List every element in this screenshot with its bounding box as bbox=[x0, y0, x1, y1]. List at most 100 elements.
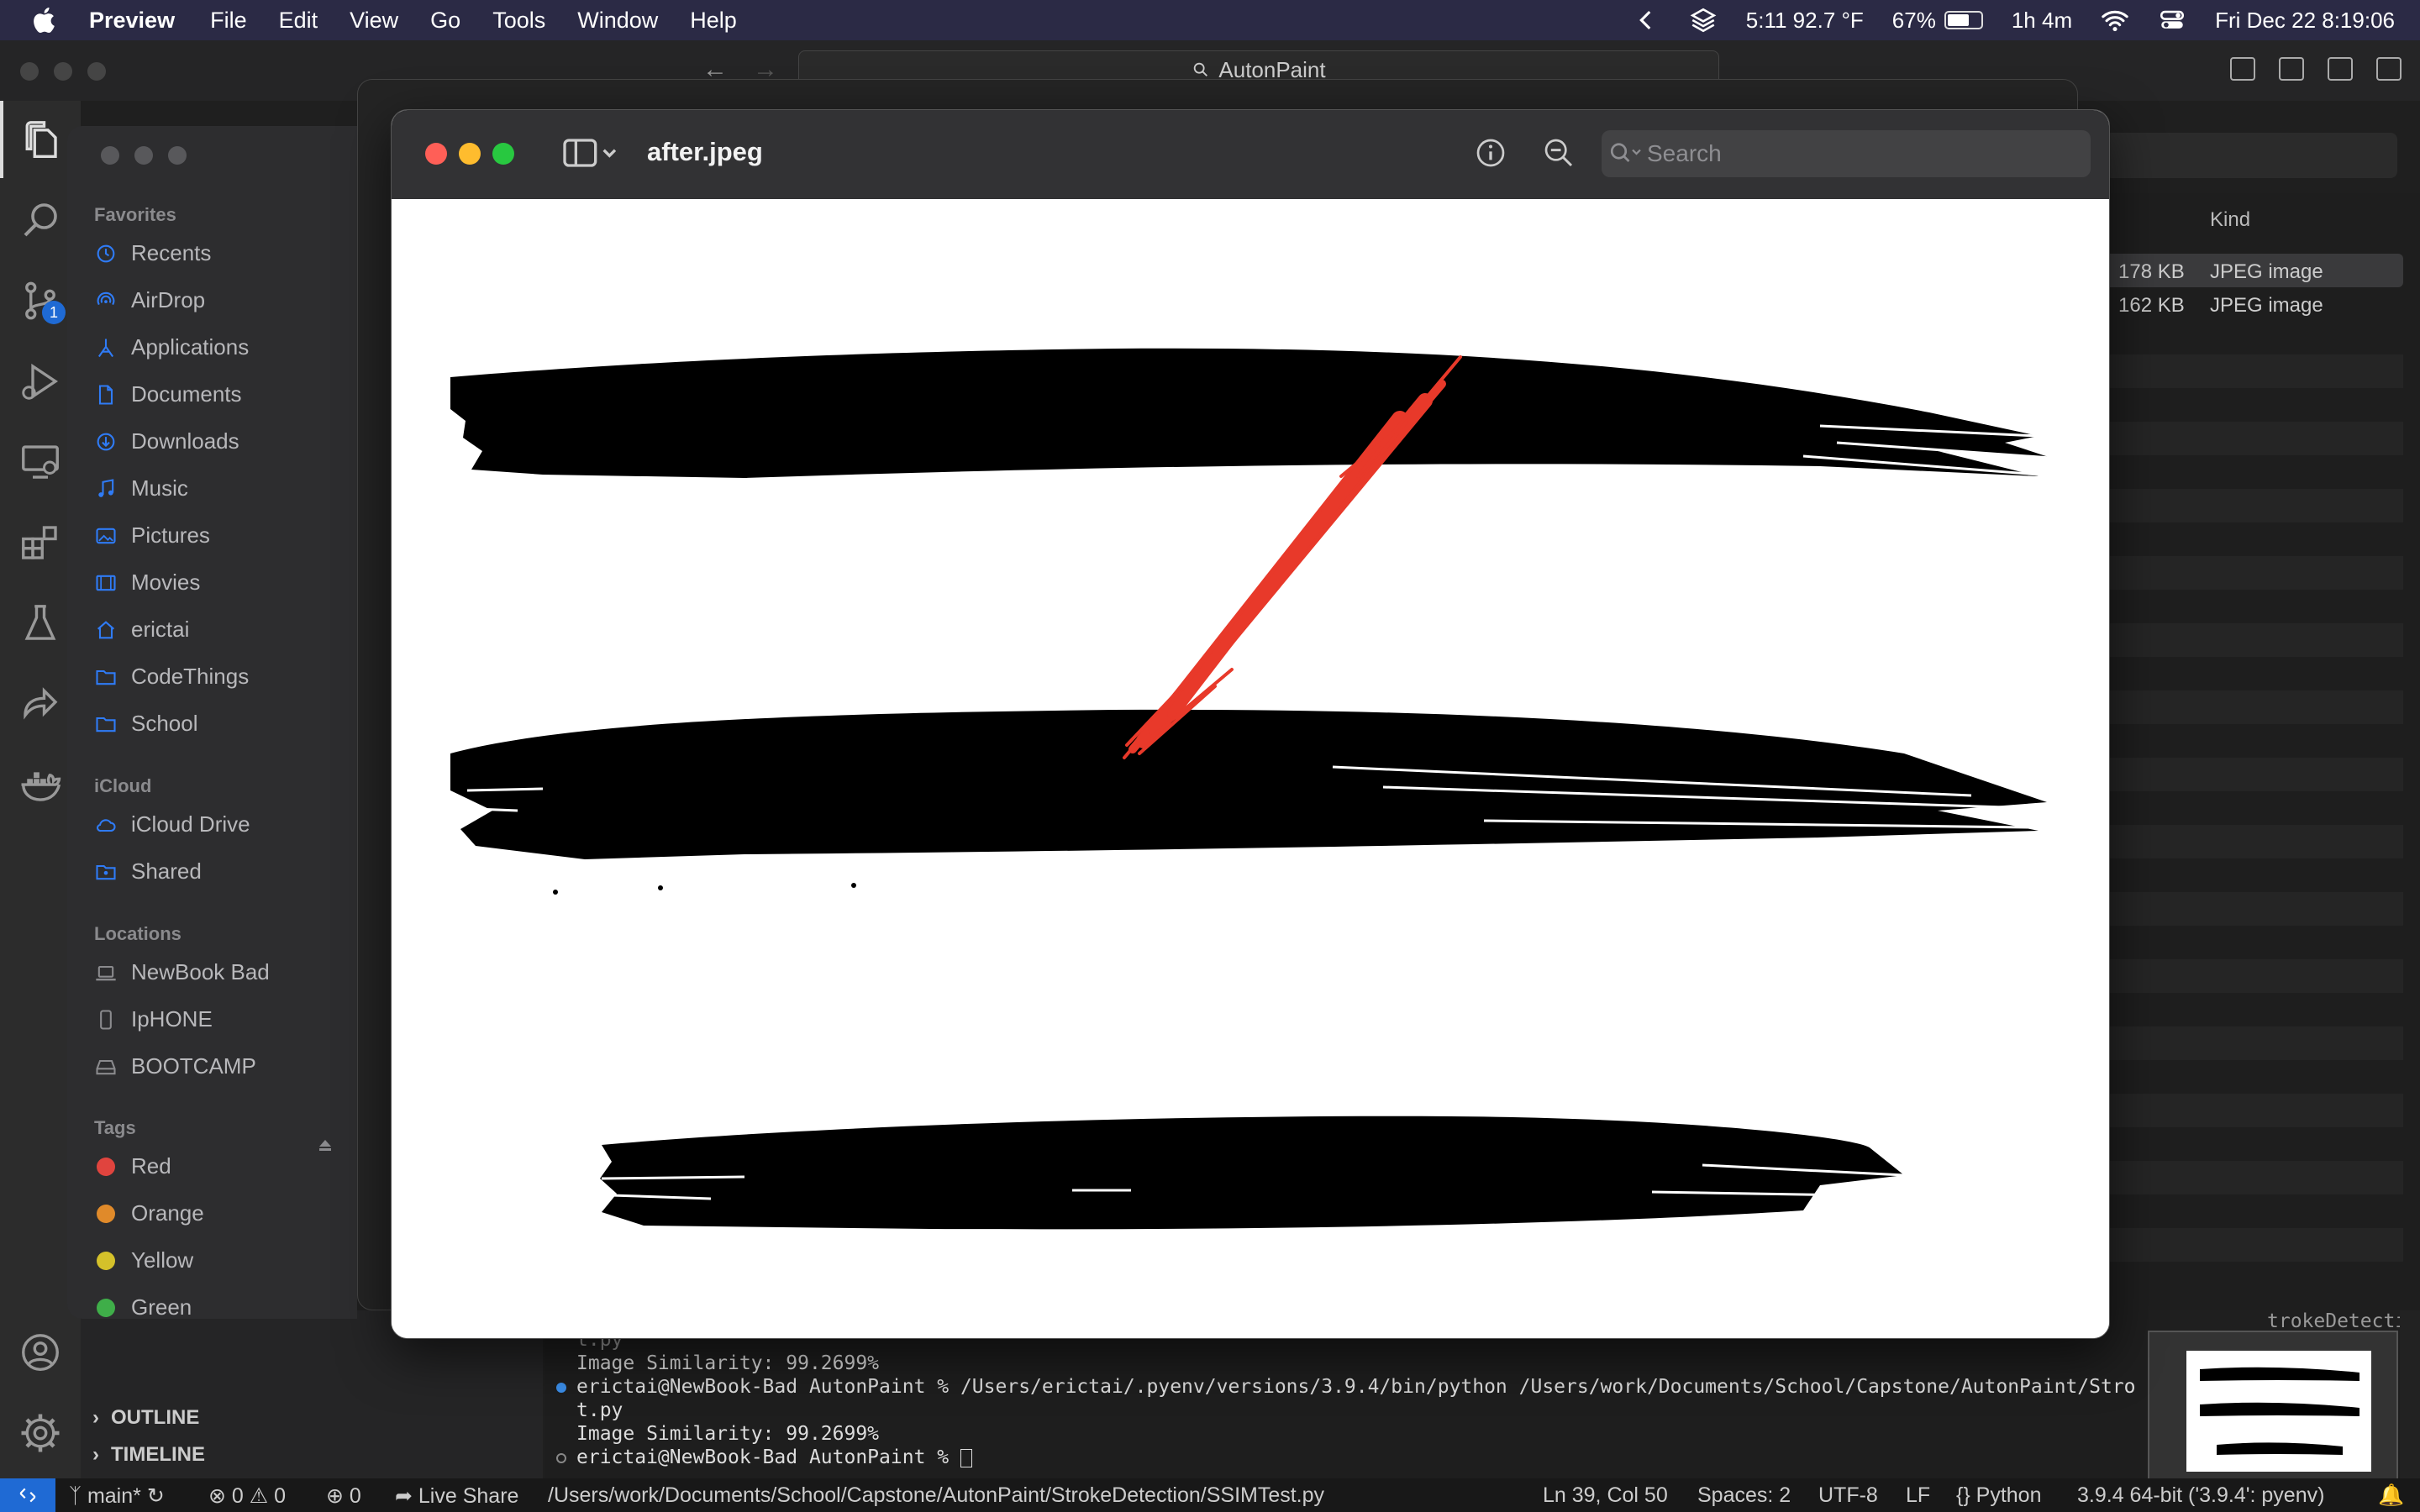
run-debug-icon[interactable] bbox=[15, 356, 66, 407]
finder-window-controls[interactable] bbox=[101, 146, 187, 165]
timeline-section[interactable]: › TIMELINE bbox=[92, 1443, 205, 1467]
live-share-status[interactable]: ➦ Live Share bbox=[395, 1483, 518, 1509]
cursor-position[interactable]: Ln 39, Col 50 bbox=[1543, 1483, 1668, 1508]
control-center-icon[interactable] bbox=[2158, 6, 2186, 34]
ports-indicator[interactable]: ⊕ 0 bbox=[326, 1483, 361, 1509]
image-canvas[interactable] bbox=[392, 199, 2109, 1338]
tag-yellow[interactable]: Yellow bbox=[94, 1247, 193, 1273]
sidebar-item-airdrop[interactable]: AirDrop bbox=[94, 287, 205, 313]
sidebar-item-shared[interactable]: Shared bbox=[94, 858, 202, 885]
accounts-icon[interactable] bbox=[15, 1327, 66, 1378]
weather-status[interactable]: 5:11 92.7 °F bbox=[1746, 8, 1864, 34]
layers-icon[interactable] bbox=[1689, 6, 1718, 34]
sidebar-item-label: Downloads bbox=[131, 428, 239, 454]
toggle-panel-icon[interactable] bbox=[2279, 57, 2304, 81]
finder-close-button[interactable] bbox=[101, 146, 119, 165]
menubar-clock[interactable]: Fri Dec 22 8:19:06 bbox=[2215, 8, 2395, 34]
menu-view[interactable]: View bbox=[350, 8, 398, 34]
menu-window[interactable]: Window bbox=[577, 8, 658, 34]
apple-icon[interactable] bbox=[30, 5, 60, 35]
tag-orange[interactable]: Orange bbox=[94, 1200, 204, 1226]
customize-layout-icon[interactable] bbox=[2376, 57, 2402, 81]
info-button[interactable] bbox=[1471, 134, 1510, 172]
finder-minimize-button[interactable] bbox=[134, 146, 153, 165]
empty-row bbox=[2105, 623, 2403, 657]
search-input[interactable] bbox=[1647, 140, 2042, 167]
minimize-button[interactable] bbox=[459, 143, 481, 165]
remote-explorer-icon[interactable] bbox=[15, 437, 66, 487]
tag-green[interactable]: Green bbox=[94, 1294, 192, 1319]
bell-icon[interactable]: 🔔 bbox=[2378, 1483, 2404, 1508]
indentation[interactable]: Spaces: 2 bbox=[1697, 1483, 1791, 1508]
problems-indicator[interactable]: ⊗ 0 ⚠ 0 bbox=[208, 1483, 286, 1509]
sidebar-item-pictures[interactable]: Pictures bbox=[94, 522, 210, 549]
terminal-prompt[interactable]: erictai@NewBook-Bad AutonPaint % bbox=[576, 1446, 972, 1468]
live-share-icon[interactable] bbox=[15, 679, 66, 729]
sidebar-item-label: Pictures bbox=[131, 522, 210, 548]
remote-indicator[interactable] bbox=[0, 1478, 55, 1512]
toggle-primary-sidebar-icon[interactable] bbox=[2230, 57, 2255, 81]
eject-icon[interactable] bbox=[318, 1139, 333, 1152]
vscode-zoom-button[interactable] bbox=[87, 62, 106, 81]
menu-edit[interactable]: Edit bbox=[279, 8, 318, 34]
line-ending[interactable]: LF bbox=[1906, 1483, 1930, 1508]
sidebar-item-codethings[interactable]: CodeThings bbox=[94, 664, 249, 690]
file-row[interactable]: 178 KB JPEG image bbox=[2105, 254, 2403, 287]
search-activity-icon[interactable] bbox=[15, 195, 66, 245]
sidebar-item-documents[interactable]: Documents bbox=[94, 381, 242, 407]
tag-red[interactable]: Red bbox=[94, 1153, 171, 1179]
language-mode[interactable]: {} Python bbox=[1956, 1483, 2042, 1508]
finder-zoom-button[interactable] bbox=[168, 146, 187, 165]
sidebar-item-downloads[interactable]: Downloads bbox=[94, 428, 239, 454]
sidebar-toggle-button[interactable] bbox=[556, 134, 623, 172]
vscode-minimize-button[interactable] bbox=[54, 62, 72, 81]
wifi-icon[interactable] bbox=[2101, 6, 2129, 34]
menu-help[interactable]: Help bbox=[690, 8, 737, 34]
sidebar-item-icloud-drive[interactable]: iCloud Drive bbox=[94, 811, 250, 837]
sidebar-item-music[interactable]: Music bbox=[94, 475, 188, 501]
explorer-icon[interactable] bbox=[15, 114, 66, 165]
vscode-window-controls[interactable] bbox=[20, 62, 106, 81]
sidebar-item-bootcamp[interactable]: BOOTCAMP bbox=[94, 1053, 256, 1079]
zoom-out-button[interactable] bbox=[1539, 134, 1578, 172]
testing-icon[interactable] bbox=[15, 598, 66, 648]
docker-icon[interactable] bbox=[15, 759, 66, 810]
sidebar-item-recents[interactable]: Recents bbox=[94, 240, 211, 266]
zoom-button[interactable] bbox=[492, 143, 514, 165]
menu-file[interactable]: File bbox=[210, 8, 247, 34]
sidebar-item-movies[interactable]: Movies bbox=[94, 570, 200, 596]
file-size: 162 KB bbox=[2118, 294, 2185, 317]
battery-status[interactable]: 67% bbox=[1892, 8, 1983, 34]
close-button[interactable] bbox=[425, 143, 447, 165]
vscode-close-button[interactable] bbox=[20, 62, 39, 81]
search-field[interactable] bbox=[1602, 130, 2091, 177]
time-remaining[interactable]: 1h 4m bbox=[2012, 8, 2072, 34]
kind-column-header[interactable]: Kind bbox=[2210, 208, 2250, 232]
toggle-secondary-sidebar-icon[interactable] bbox=[2328, 57, 2353, 81]
ink-speck bbox=[553, 890, 558, 895]
menu-go[interactable]: Go bbox=[430, 8, 460, 34]
sidebar-item-iphone[interactable]: IpHONE bbox=[94, 1006, 213, 1032]
tag-color-dot bbox=[97, 1157, 115, 1176]
folder-icon bbox=[94, 712, 118, 736]
document-title[interactable]: after.jpeg bbox=[647, 137, 763, 167]
source-control-icon[interactable]: 1 bbox=[15, 276, 66, 326]
file-row[interactable]: 162 KB JPEG image bbox=[2105, 287, 2403, 321]
finder-search-field[interactable] bbox=[2105, 133, 2397, 178]
sidebar-item-school[interactable]: School bbox=[94, 711, 198, 737]
git-branch[interactable]: ᛉ main* ↻ bbox=[69, 1483, 165, 1509]
sidebar-item-applications[interactable]: Applications bbox=[94, 334, 249, 360]
sidebar-item-erictai[interactable]: erictai bbox=[94, 617, 189, 643]
encoding[interactable]: UTF-8 bbox=[1818, 1483, 1878, 1508]
sidebar-item-label: erictai bbox=[131, 617, 190, 642]
python-interpreter[interactable]: 3.9.4 64-bit ('3.9.4': pyenv) bbox=[2077, 1483, 2373, 1508]
menu-app-name[interactable]: Preview bbox=[89, 8, 175, 34]
settings-gear-icon[interactable] bbox=[15, 1408, 66, 1458]
file-path[interactable]: /Users/work/Documents/School/Capstone/Au… bbox=[548, 1483, 1324, 1508]
terminal-scrollbar[interactable] bbox=[2400, 1310, 2420, 1478]
extensions-icon[interactable] bbox=[15, 517, 66, 568]
menu-tools[interactable]: Tools bbox=[492, 8, 545, 34]
chevron-left-icon[interactable] bbox=[1632, 6, 1660, 34]
sidebar-item-newbook-bad[interactable]: NewBook Bad bbox=[94, 959, 270, 985]
outline-section[interactable]: › OUTLINE bbox=[92, 1406, 199, 1430]
